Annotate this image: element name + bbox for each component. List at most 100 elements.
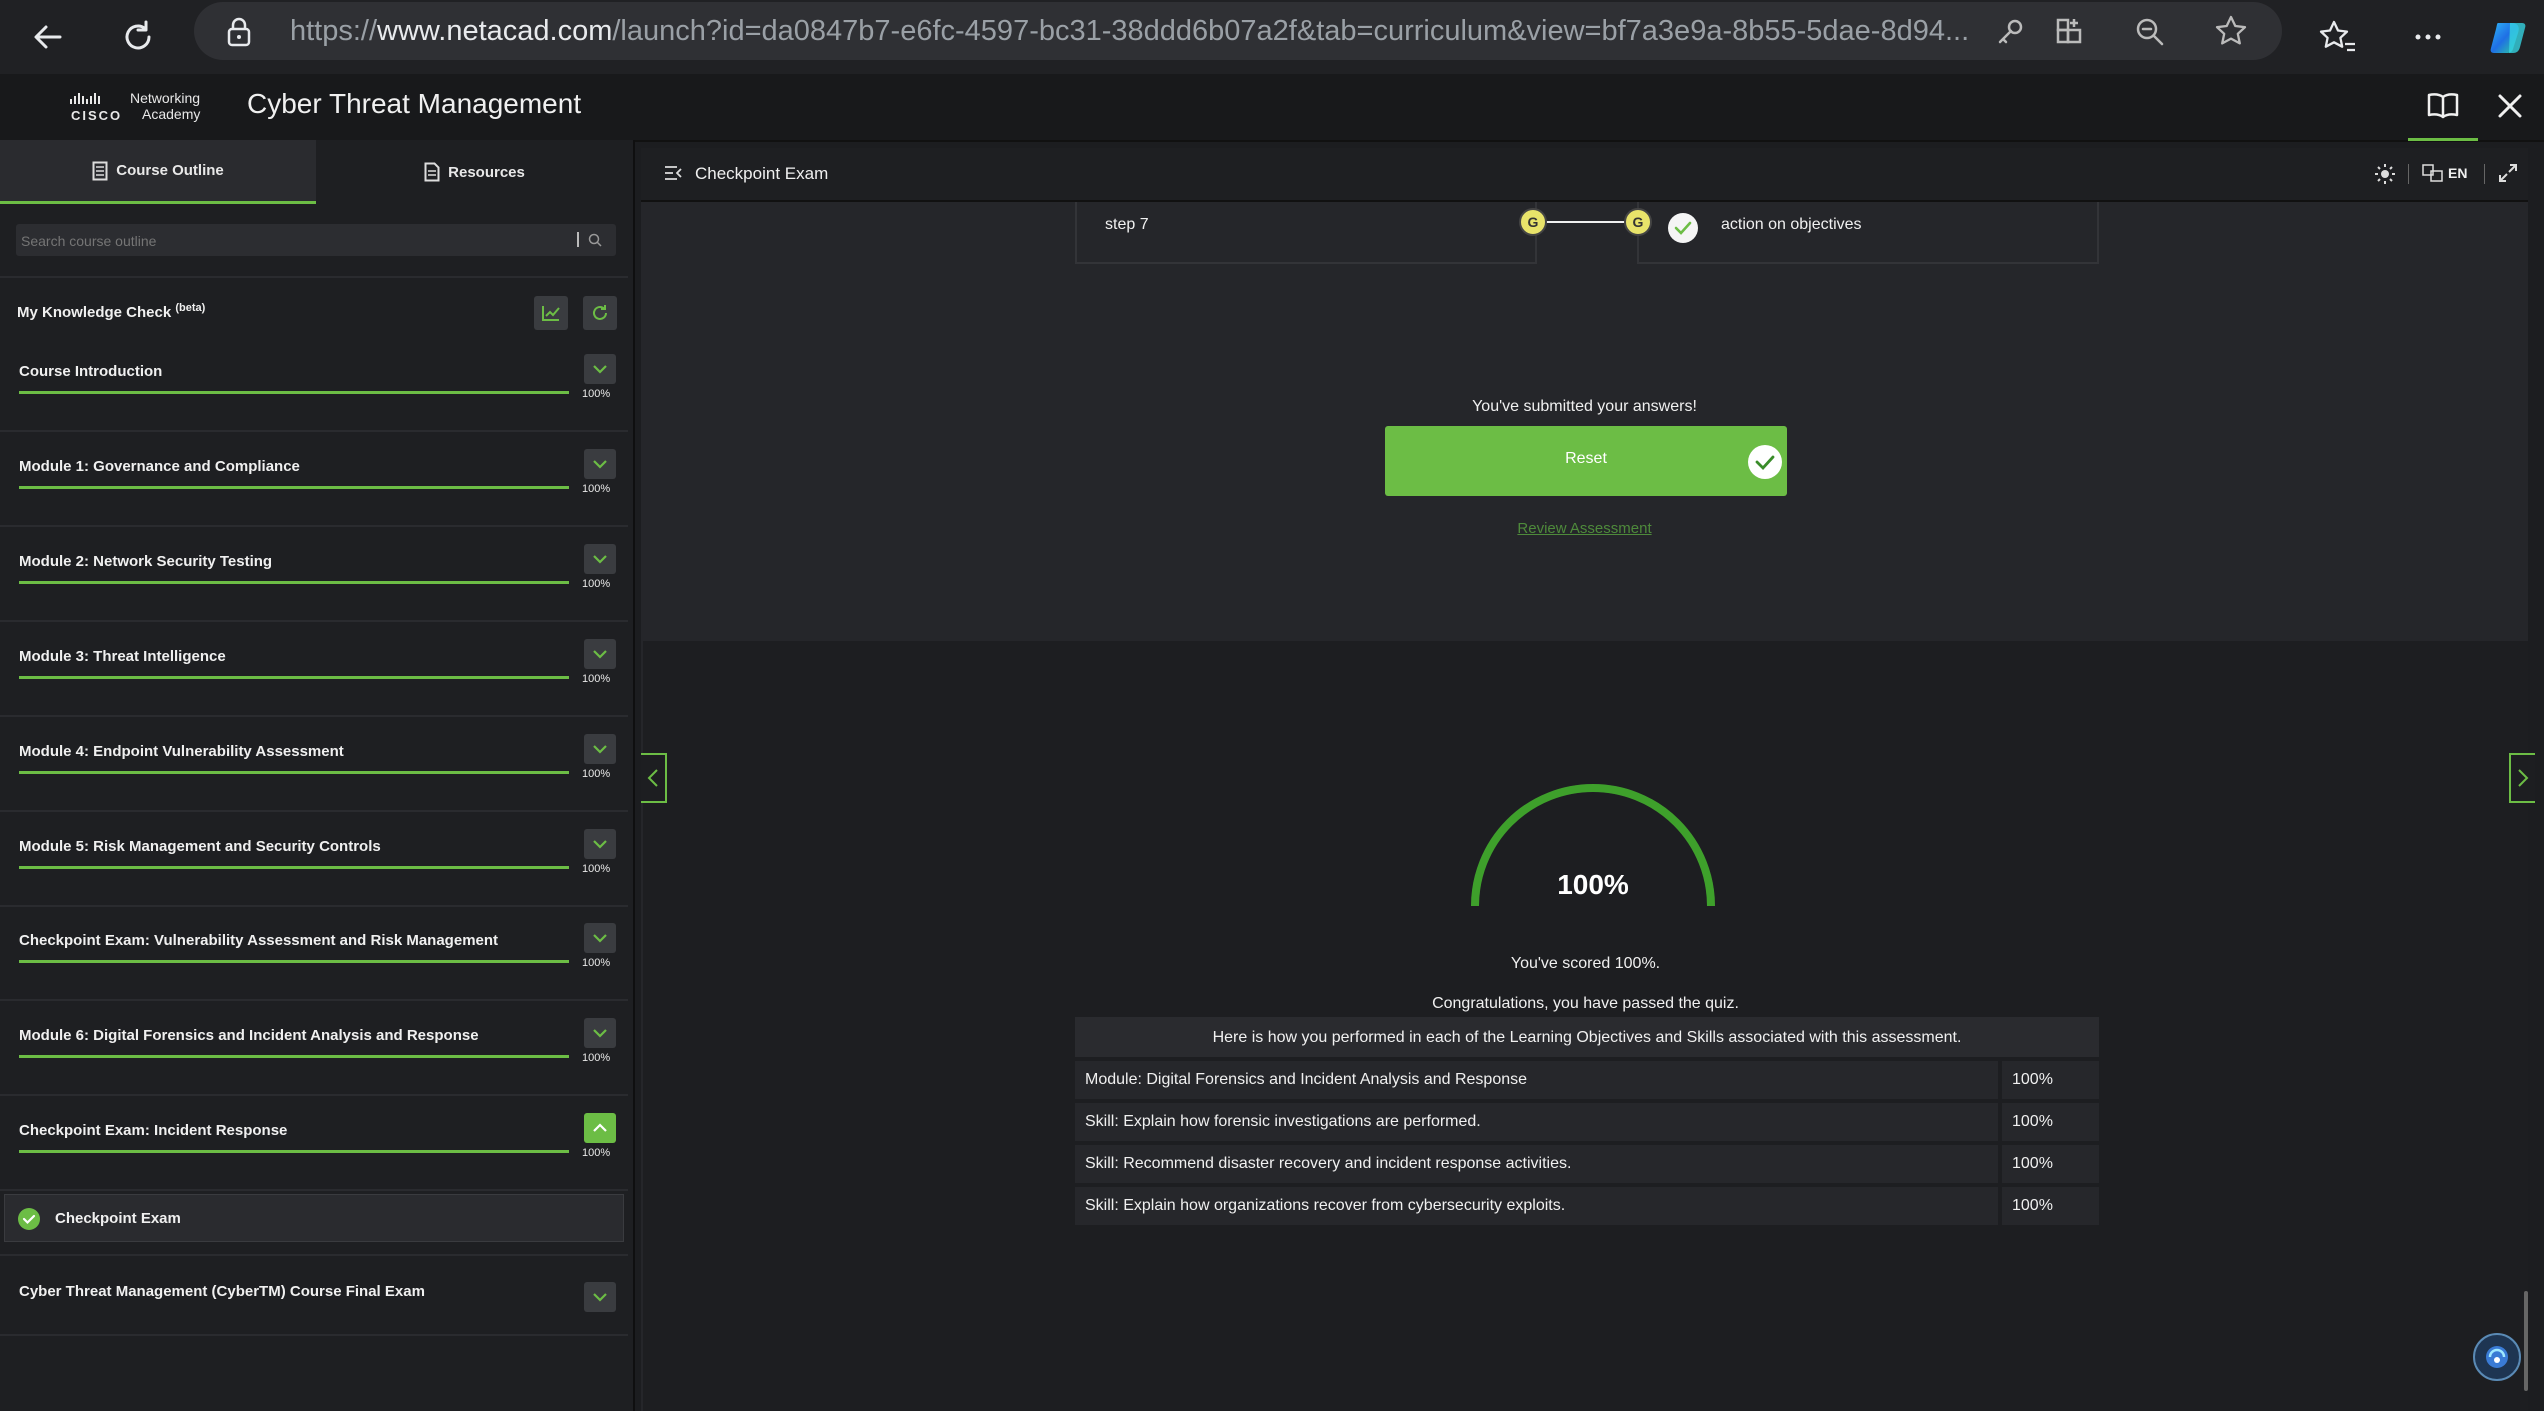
outline-item-title: Checkpoint Exam: Vulnerability Assessmen…	[19, 932, 499, 949]
step-marker-right[interactable]: G	[1624, 208, 1652, 236]
divider	[577, 232, 579, 247]
outline-item-title: Module 5: Risk Management and Security C…	[19, 838, 381, 855]
outline-item[interactable]: Module 4: Endpoint Vulnerability Assessm…	[0, 716, 628, 812]
knowledge-check-chart-button[interactable]	[534, 296, 568, 330]
submitted-message: You've submitted your answers!	[1472, 398, 1697, 415]
page-title: Checkpoint Exam	[695, 164, 829, 183]
back-arrow-icon	[34, 25, 62, 49]
copilot-icon	[2490, 23, 2526, 53]
reset-button[interactable]: Reset	[1385, 426, 1787, 496]
progress-percent: 100%	[582, 578, 611, 590]
address-bar[interactable]: https://www.netacad.com/launch?id=da0847…	[194, 2, 2282, 60]
collapse-button[interactable]	[584, 1113, 616, 1143]
review-assessment-link[interactable]: Review Assessment	[641, 520, 2528, 537]
progress-bar	[19, 391, 569, 394]
progress-fill	[19, 866, 569, 869]
step-card-right: action on objectives	[1637, 202, 2099, 264]
table-row: Skill: Explain how organizations recover…	[1075, 1187, 2099, 1225]
expand-button[interactable]	[584, 1282, 616, 1312]
results-section: 100% You've scored 100%. Congratulations…	[641, 641, 2535, 1411]
outline-item-title: Module 3: Threat Intelligence	[19, 648, 226, 665]
more-button[interactable]	[2400, 9, 2456, 65]
outline-item-title: Module 1: Governance and Compliance	[19, 458, 300, 475]
outline-item[interactable]: Module 1: Governance and Compliance 100%	[0, 431, 628, 527]
progress-fill	[19, 771, 569, 774]
progress-percent: 100%	[582, 1052, 611, 1064]
chevron-down-icon	[593, 555, 607, 564]
tab-course-outline[interactable]: Course Outline	[0, 140, 316, 204]
refresh-button[interactable]	[110, 9, 166, 65]
search-course-outline[interactable]	[16, 224, 616, 258]
expand-button[interactable]	[584, 923, 616, 953]
table-cell-value: 100%	[2002, 1187, 2099, 1225]
step-label: step 7	[1105, 216, 1149, 233]
theme-sun-icon[interactable]	[2374, 163, 2396, 185]
reader-mode-button[interactable]	[2408, 74, 2478, 141]
chevron-down-icon	[593, 460, 607, 469]
progress-fill	[19, 676, 569, 679]
close-course-button[interactable]	[2490, 74, 2530, 138]
scored-text: You've scored 100%.	[1510, 955, 1661, 972]
zoom-out-icon[interactable]	[2134, 16, 2166, 48]
expand-button[interactable]	[584, 449, 616, 479]
outline-item-title: Checkpoint Exam: Incident Response	[19, 1122, 288, 1139]
language-selector[interactable]: EN	[2422, 164, 2467, 182]
progress-bar	[19, 676, 569, 679]
app-header: CISCO Networking Academy Cyber Threat Ma…	[0, 74, 2544, 142]
outline-item[interactable]: Module 5: Risk Management and Security C…	[0, 811, 628, 907]
close-icon	[2498, 94, 2522, 118]
progress-percent: 100%	[582, 483, 611, 495]
progress-fill	[19, 391, 569, 394]
refresh-icon	[125, 20, 151, 50]
progress-percent: 100%	[582, 768, 611, 780]
refresh-icon	[593, 305, 607, 320]
outline-item[interactable]: Checkpoint Exam: Incident Response 100%	[0, 1095, 628, 1191]
favorite-star-icon[interactable]	[2214, 14, 2248, 48]
outline-item[interactable]: Checkpoint Exam: Vulnerability Assessmen…	[0, 905, 628, 1001]
expand-button[interactable]	[584, 544, 616, 574]
scrollbar-thumb[interactable]	[2524, 1291, 2528, 1391]
favorites-button[interactable]	[2310, 9, 2366, 65]
table-row: Module: Digital Forensics and Incident A…	[1075, 1061, 2099, 1099]
expand-button[interactable]	[584, 734, 616, 764]
expand-fullscreen-icon[interactable]	[2498, 163, 2518, 183]
step-marker-left[interactable]: G	[1519, 208, 1547, 236]
page-icon	[424, 162, 440, 182]
line-chart-icon	[542, 306, 560, 321]
knowledge-check-refresh-button[interactable]	[583, 296, 617, 330]
outline-item[interactable]: Module 2: Network Security Testing 100%	[0, 526, 628, 622]
outline-item-final-exam[interactable]: Cyber Threat Management (CyberTM) Course…	[0, 1254, 628, 1336]
next-page-button[interactable]	[2509, 753, 2535, 803]
search-input[interactable]	[16, 224, 583, 258]
outline-item[interactable]: Module 6: Digital Forensics and Incident…	[0, 1000, 628, 1096]
expand-button[interactable]	[584, 354, 616, 384]
assistant-button[interactable]	[2473, 1333, 2521, 1381]
copilot-button[interactable]	[2482, 9, 2538, 65]
progress-percent: 100%	[582, 957, 611, 969]
progress-bar	[19, 771, 569, 774]
expand-button[interactable]	[584, 1018, 616, 1048]
chevron-down-icon	[593, 934, 607, 943]
url-text[interactable]: https://www.netacad.com/launch?id=da0847…	[290, 15, 2140, 48]
sub-item-checkpoint-exam[interactable]: Checkpoint Exam	[4, 1194, 624, 1242]
apps-icon[interactable]	[2054, 16, 2086, 48]
previous-page-button[interactable]	[641, 753, 667, 803]
outline-item[interactable]: Course Introduction 100%	[0, 336, 628, 432]
back-button[interactable]	[20, 9, 76, 65]
performance-table-header: Here is how you performed in each of the…	[1075, 1017, 2099, 1057]
progress-bar	[19, 866, 569, 869]
progress-percent: 100%	[582, 1147, 611, 1159]
outline-item-title: Module 4: Endpoint Vulnerability Assessm…	[19, 743, 344, 760]
progress-percent: 100%	[582, 673, 611, 685]
chevron-down-icon	[593, 840, 607, 849]
outline-item[interactable]: Module 3: Threat Intelligence 100%	[0, 621, 628, 717]
lock-icon[interactable]	[224, 16, 254, 48]
tab-resources[interactable]: Resources	[318, 140, 631, 204]
main-content: Checkpoint Exam EN step 7 action on obje…	[641, 148, 2535, 1411]
chevron-down-icon	[593, 1293, 607, 1302]
browser-toolbar: https://www.netacad.com/launch?id=da0847…	[0, 0, 2544, 74]
expand-button[interactable]	[584, 829, 616, 859]
expand-button[interactable]	[584, 639, 616, 669]
collapse-sidebar-icon[interactable]	[663, 164, 683, 182]
key-icon[interactable]	[1994, 16, 2026, 48]
